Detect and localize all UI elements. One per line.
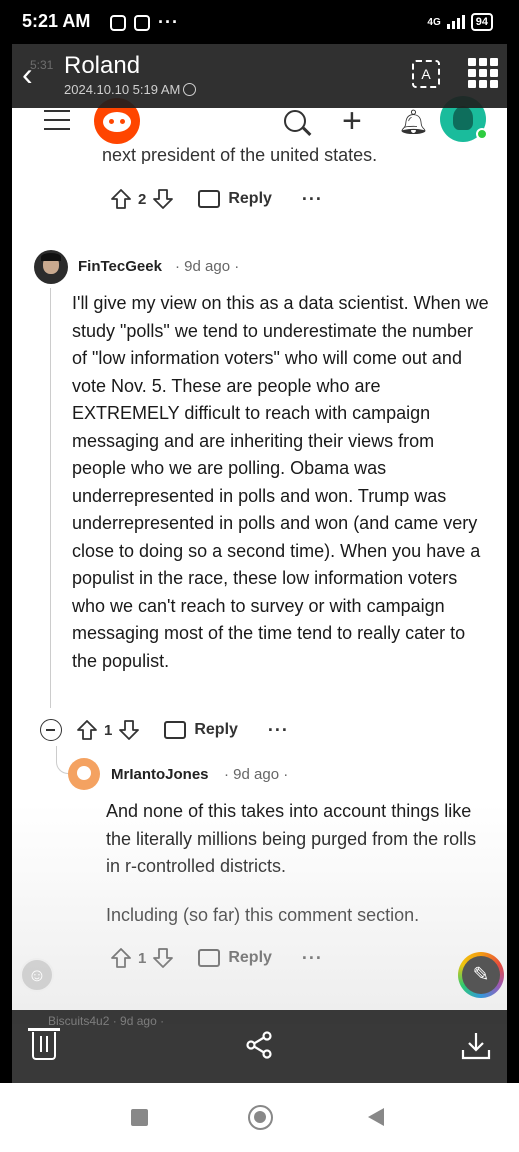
translate-icon[interactable]: A [412,60,440,88]
system-nav-bar [0,1083,519,1152]
back-icon[interactable]: ‹ [22,58,52,92]
grid-icon[interactable] [468,58,498,88]
reply-button[interactable]: Reply [164,721,238,739]
downvote-icon[interactable] [152,188,174,210]
gallery-date: 2024.10.10 5:19 AM [64,82,197,97]
reply-label: Reply [194,721,238,738]
avatar[interactable] [34,250,68,284]
next-comment-meta: · 9d ago · [112,1014,165,1028]
battery-icon: 94 [470,13,493,31]
vote-count: 2 [138,190,147,208]
comment-body: Including (so far) this comment section. [106,905,420,925]
comment-author[interactable]: FinTecGeek [78,258,162,275]
vote-count: 1 [104,721,113,739]
emoji-icon[interactable]: ☺ [20,958,54,992]
cut-off-comment-text: next president of the united states. [102,146,378,164]
gallery-header: 5:31 ‹ Roland 2024.10.10 5:19 AM A [12,44,507,108]
downvote-icon[interactable] [152,947,174,969]
network-type: 4G [427,16,441,28]
thread-line[interactable] [50,288,51,708]
notification-icon [110,14,126,31]
more-options-icon[interactable]: ··· [268,720,289,741]
comment-body: And none of this takes into account thin… [106,801,477,876]
comment-meta: · 9d ago · [175,258,240,275]
comment-meta: · 9d ago · [224,766,289,783]
reply-label: Reply [228,949,272,966]
screenshot-viewer: 5:31 ‹ Roland 2024.10.10 5:19 AM A + 🔔︎ … [12,44,507,1083]
next-comment-partial: Biscuits4u2 · 9d ago · [48,1014,164,1028]
gallery-toolbar: Biscuits4u2 · 9d ago · [12,1010,507,1083]
comment-actions: 2 Reply ··· [110,184,323,214]
comment-actions: 1 Reply ··· [110,943,323,973]
notification-icon [134,14,150,31]
reply-icon [164,721,187,739]
signal-icon [446,15,465,29]
reply-button[interactable]: Reply [198,190,272,208]
more-notifications-icon: ··· [158,12,179,32]
status-system-icons: 4G 94 [427,13,493,31]
trash-icon[interactable] [28,1028,60,1060]
upvote-icon[interactable] [110,188,132,210]
recent-apps-button[interactable] [131,1109,148,1126]
collapse-thread-icon[interactable] [40,719,62,741]
more-options-icon[interactable]: ··· [302,948,323,969]
more-options-icon[interactable]: ··· [302,189,323,210]
pencil-icon: ✎ [462,956,500,994]
clock-icon [183,83,197,96]
next-comment-author: Biscuits4u2 [48,1014,110,1028]
search-icon[interactable] [284,110,306,132]
gallery-date-text: 2024.10.10 5:19 AM [64,82,181,97]
edit-button[interactable]: ✎ [458,952,504,998]
bell-icon[interactable]: 🔔︎ [398,108,428,137]
reply-button[interactable]: Reply [198,949,272,967]
vote-count: 1 [138,949,147,967]
back-button[interactable] [368,1108,384,1126]
upvote-icon[interactable] [76,719,98,741]
comment-author[interactable]: MrIantoJones [111,766,209,783]
comment-body: I'll give my view on this as a data scie… [72,293,489,671]
downvote-icon[interactable] [118,719,140,741]
gallery-title: Roland [64,52,141,79]
reply-icon [198,190,221,208]
upvote-icon[interactable] [110,947,132,969]
avatar[interactable] [68,758,100,790]
home-button[interactable] [248,1105,273,1130]
comment-actions: 1 Reply ··· [40,715,289,745]
status-time: 5:21 AM [22,11,91,31]
online-status-icon [476,128,488,140]
reply-label: Reply [228,190,272,207]
status-bar: 5:21 AM ··· 4G 94 [0,0,519,44]
download-icon[interactable] [460,1030,492,1062]
reply-icon [198,949,221,967]
share-icon[interactable] [244,1030,274,1060]
plus-icon[interactable]: + [342,104,362,138]
status-notification-icons: ··· [110,12,179,33]
menu-icon[interactable] [44,110,70,137]
